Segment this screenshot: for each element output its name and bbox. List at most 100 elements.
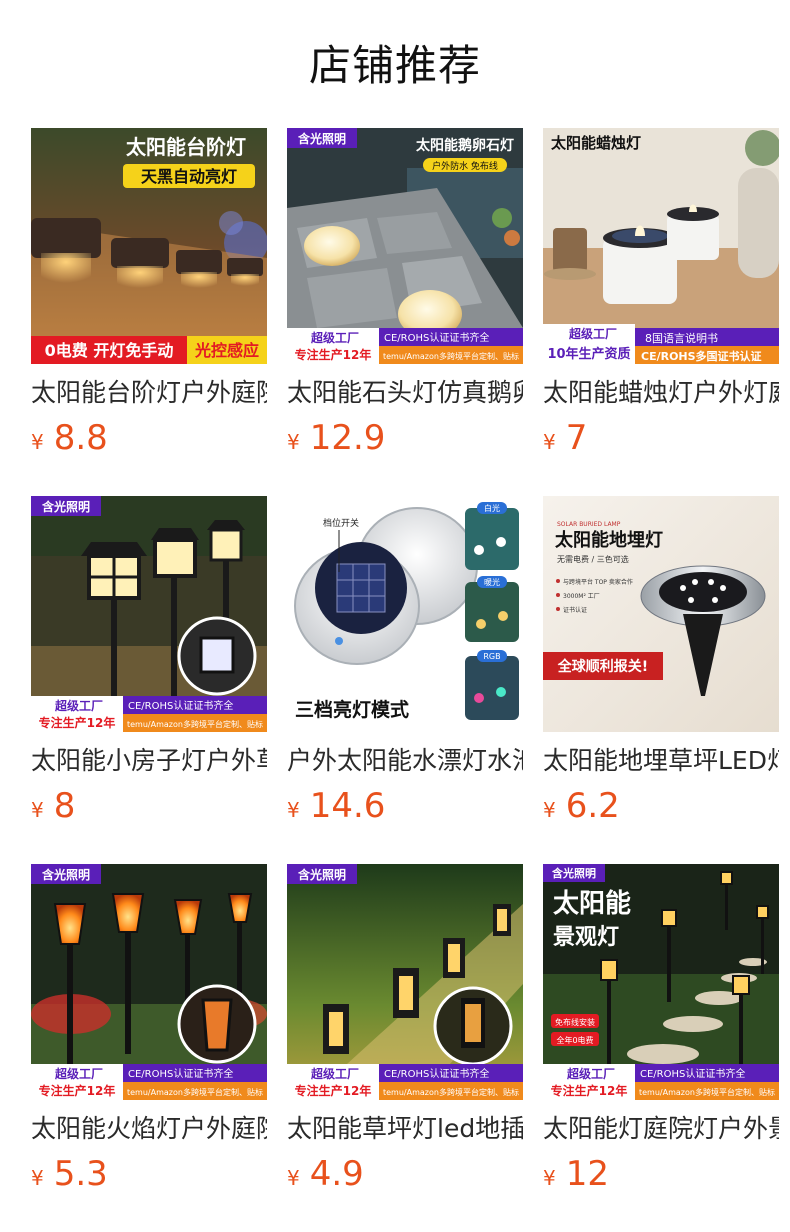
brand-label: 含光照明 (42, 499, 90, 514)
currency-symbol: ¥ (287, 798, 300, 822)
mode-text: 三档亮灯模式 (295, 698, 409, 721)
badge-years: 专注生产12年 (39, 715, 116, 730)
product-card[interactable]: 太阳能蜡烛灯 超级工厂 10年生产资质 8国语言说明书 CE/ROHS多国证书认… (543, 128, 779, 464)
price-amount: 8 (53, 786, 76, 826)
product-image[interactable]: 含光照明 超级工厂 专注生产12年 CE/ROHS认证证书齐全 temu/Ama… (31, 864, 267, 1100)
product-name[interactable]: 太阳能蜡烛灯户外灯庭院 (543, 378, 779, 408)
platform-text: temu/Amazon多跨境平台定制、贴标 (639, 1087, 775, 1097)
cert-text: CE/ROHS认证证书齐全 (640, 1067, 745, 1080)
price-amount: 5.3 (53, 1154, 108, 1194)
currency-symbol: ¥ (31, 430, 44, 454)
lang-text: 8国语言说明书 (645, 331, 718, 345)
cert-text: CE/ROHS认证证书齐全 (384, 1067, 489, 1080)
product-price: ¥ 14.6 (287, 786, 523, 826)
product-price: ¥ 5.3 (31, 1154, 267, 1194)
badge-years: 10年生产资质 (547, 346, 630, 362)
product-image[interactable]: SOLAR BURIED LAMP 太阳能地埋灯 无需电费 / 三色可选 与跨境… (543, 496, 779, 732)
price-amount: 14.6 (309, 786, 386, 826)
tag-no-wiring: 免布线安装 (555, 1017, 595, 1027)
badge-years: 专注生产12年 (551, 1083, 628, 1098)
product-price: ¥ 8 (31, 786, 267, 826)
product-price: ¥ 8.8 (31, 418, 267, 458)
currency-symbol: ¥ (287, 430, 300, 454)
brand-label: 含光照明 (42, 867, 90, 882)
cert-text: CE/ROHS认证证书齐全 (128, 699, 233, 712)
product-name[interactable]: 户外太阳能水漂灯水池 (287, 746, 523, 776)
image-subtitle-text: 户外防水 免布线 (432, 160, 498, 172)
product-name[interactable]: 太阳能灯庭院灯户外景观 (543, 1114, 779, 1144)
product-name[interactable]: 太阳能小房子灯户外草坪 (31, 746, 267, 776)
product-card[interactable]: 含光照明 太阳能鹅卵石灯 户外防水 免布线 超级工厂 专注生产12年 CE/RO… (287, 128, 523, 464)
image-subtitle-text: 天黑自动亮灯 (141, 167, 237, 186)
platform-text: temu/Amazon多跨境平台定制、贴标 (127, 1087, 263, 1097)
product-image[interactable]: 含光照明 太阳能 景观灯 免布线安装 全年0电费 超级工厂 专注生产12年 CE… (543, 864, 779, 1100)
currency-symbol: ¥ (543, 1166, 556, 1190)
bullet-2-text: 3000M² 工厂 (563, 593, 600, 600)
brand-label: 含光照明 (298, 867, 346, 882)
image-title-text: 太阳能台阶灯 (126, 135, 246, 159)
price-amount: 12.9 (309, 418, 386, 458)
product-image[interactable]: 太阳能台阶灯 天黑自动亮灯 0电费 开灯免手动 光控感应 (31, 128, 267, 364)
product-card[interactable]: 含光照明 超级工厂 专注生产12年 CE/ROHS认证证书齐全 temu/Ama… (31, 496, 267, 832)
image-title-line-2: 景观灯 (553, 925, 619, 950)
product-card[interactable]: 档位开关 三档亮灯模式 白光 暖光 RGB 户外太阳能水漂灯水池 ¥ 14.6 (287, 496, 523, 832)
badge-years: 专注生产12年 (295, 347, 372, 362)
currency-symbol: ¥ (31, 798, 44, 822)
badge-years: 专注生产12年 (39, 1083, 116, 1098)
product-price: ¥ 4.9 (287, 1154, 523, 1194)
image-title-line-1: 太阳能 (553, 888, 631, 919)
product-image[interactable]: 档位开关 三档亮灯模式 白光 暖光 RGB (287, 496, 523, 732)
product-price: ¥ 7 (543, 418, 779, 458)
platform-text: temu/Amazon多跨境平台定制、贴标 (383, 351, 519, 361)
price-amount: 6.2 (565, 786, 620, 826)
brand-label: 含光照明 (551, 866, 596, 880)
product-name[interactable]: 太阳能台阶灯户外庭院 (31, 378, 267, 408)
badge-years: 专注生产12年 (295, 1083, 372, 1098)
product-card[interactable]: 含光照明 太阳能 景观灯 免布线安装 全年0电费 超级工厂 专注生产12年 CE… (543, 864, 779, 1200)
price-amount: 7 (565, 418, 588, 458)
price-amount: 12 (565, 1154, 609, 1194)
product-price: ¥ 12 (543, 1154, 779, 1194)
product-price: ¥ 12.9 (287, 418, 523, 458)
product-card[interactable]: SOLAR BURIED LAMP 太阳能地埋灯 无需电费 / 三色可选 与跨境… (543, 496, 779, 832)
bullet-3-text: 证书认证 (563, 606, 587, 614)
product-name[interactable]: 太阳能草坪灯led地插灯 (287, 1114, 523, 1144)
image-title-text: 太阳能蜡烛灯 (551, 134, 641, 152)
badge-factory: 超级工厂 (310, 1066, 359, 1081)
banner-text: 全球顺利报关! (557, 658, 648, 675)
currency-symbol: ¥ (543, 798, 556, 822)
platform-text: temu/Amazon多跨境平台定制、贴标 (127, 719, 263, 729)
price-amount: 8.8 (53, 418, 108, 458)
product-image[interactable]: 含光照明 太阳能鹅卵石灯 户外防水 免布线 超级工厂 专注生产12年 CE/RO… (287, 128, 523, 364)
brand-label: 含光照明 (298, 131, 346, 146)
mode-rgb-label: RGB (483, 652, 500, 661)
switch-label: 档位开关 (323, 517, 359, 529)
product-image[interactable]: 含光照明 超级工厂 专注生产12年 CE/ROHS认证证书齐全 temu/Ama… (31, 496, 267, 732)
badge-factory: 超级工厂 (54, 1066, 103, 1081)
image-subtitle-text: 无需电费 / 三色可选 (557, 554, 629, 564)
image-title-text: 太阳能鹅卵石灯 (416, 137, 514, 154)
product-card[interactable]: 含光照明 超级工厂 专注生产12年 CE/ROHS认证证书齐全 temu/Ama… (287, 864, 523, 1200)
product-image[interactable]: 太阳能蜡烛灯 超级工厂 10年生产资质 8国语言说明书 CE/ROHS多国证书认… (543, 128, 779, 364)
cert-text: CE/ROHS多国证书认证 (641, 349, 762, 363)
product-card[interactable]: 含光照明 超级工厂 专注生产12年 CE/ROHS认证证书齐全 temu/Ama… (31, 864, 267, 1200)
platform-text: temu/Amazon多跨境平台定制、贴标 (383, 1087, 519, 1097)
mode-white-label: 白光 (484, 503, 500, 513)
image-bottom-right-text: 光控感应 (194, 341, 259, 360)
image-title-text: 太阳能地埋灯 (555, 529, 663, 551)
cert-text: CE/ROHS认证证书齐全 (128, 1067, 233, 1080)
badge-factory: 超级工厂 (568, 326, 617, 341)
product-card[interactable]: 太阳能台阶灯 天黑自动亮灯 0电费 开灯免手动 光控感应 太阳能台阶灯户外庭院 … (31, 128, 267, 464)
badge-factory: 超级工厂 (566, 1066, 615, 1081)
tag-zero-cost: 全年0电费 (556, 1035, 593, 1045)
bullet-1-text: 与跨境平台 TOP 卖家合作 (563, 578, 633, 586)
product-name[interactable]: 太阳能石头灯仿真鹅卵石 (287, 378, 523, 408)
product-name[interactable]: 太阳能地埋草坪LED灯户外 (543, 746, 779, 776)
badge-factory: 超级工厂 (310, 330, 359, 345)
product-grid: 太阳能台阶灯 天黑自动亮灯 0电费 开灯免手动 光控感应 太阳能台阶灯户外庭院 … (31, 128, 779, 1200)
product-price: ¥ 6.2 (543, 786, 779, 826)
product-image[interactable]: 含光照明 超级工厂 专注生产12年 CE/ROHS认证证书齐全 temu/Ama… (287, 864, 523, 1100)
product-name[interactable]: 太阳能火焰灯户外庭院 (31, 1114, 267, 1144)
price-amount: 4.9 (309, 1154, 364, 1194)
currency-symbol: ¥ (543, 430, 556, 454)
